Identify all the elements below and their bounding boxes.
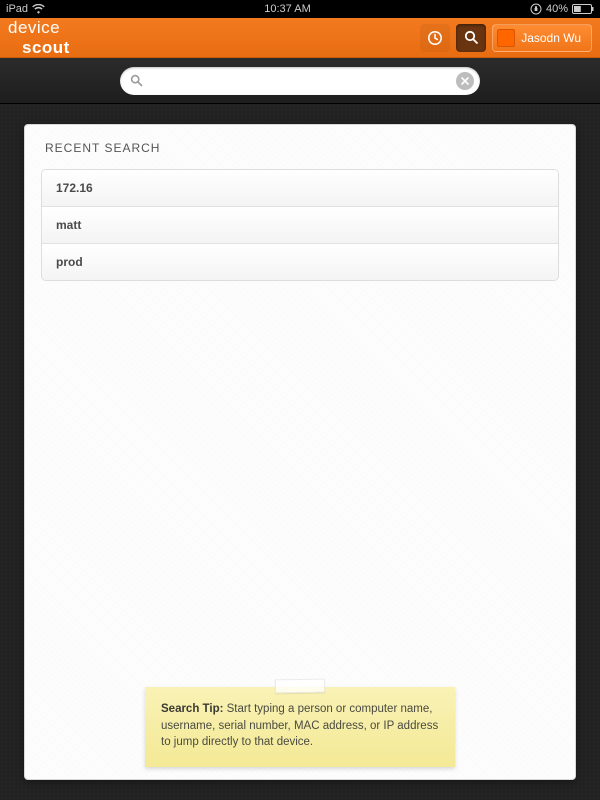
search-input[interactable] — [143, 67, 456, 95]
tip-body: Search Tip: Start typing a person or com… — [145, 687, 455, 767]
status-time: 10:37 AM — [264, 3, 310, 15]
status-bar: iPad 10:37 AM 40% — [0, 0, 600, 18]
brand-text-bold: scout — [22, 38, 70, 57]
search-tip-note: Search Tip: Start typing a person or com… — [145, 687, 455, 767]
recent-search-list: 172.16 matt prod — [41, 169, 559, 281]
orientation-lock-icon — [530, 3, 542, 15]
main-stage: RECENT SEARCH 172.16 matt prod Search Ti… — [0, 104, 600, 800]
search-icon — [130, 74, 143, 87]
search-bar-row — [0, 58, 600, 104]
history-button[interactable] — [420, 24, 450, 52]
app-header: device scout Jasodn Wu — [0, 18, 600, 58]
wifi-icon — [32, 4, 45, 14]
recent-search-item[interactable]: prod — [42, 244, 558, 280]
search-icon — [464, 30, 479, 45]
user-menu[interactable]: Jasodn Wu — [492, 24, 592, 52]
tape-decoration — [275, 679, 325, 694]
close-icon — [461, 77, 469, 85]
section-title: RECENT SEARCH — [41, 141, 559, 155]
avatar — [497, 29, 515, 47]
recent-search-panel: RECENT SEARCH 172.16 matt prod Search Ti… — [24, 124, 576, 780]
status-right: 40% — [530, 3, 594, 15]
recent-search-item[interactable]: matt — [42, 207, 558, 244]
search-tab-button[interactable] — [456, 24, 486, 52]
recent-search-item[interactable]: 172.16 — [42, 170, 558, 207]
status-left: iPad — [6, 3, 45, 15]
tip-label: Search Tip: — [161, 703, 223, 715]
battery-percent: 40% — [546, 3, 568, 15]
search-field-container — [120, 67, 480, 95]
header-actions: Jasodn Wu — [420, 24, 592, 52]
clock-icon — [427, 30, 443, 46]
clear-search-button[interactable] — [456, 72, 474, 90]
battery-icon — [572, 4, 594, 14]
brand-logo: device scout — [8, 18, 70, 58]
user-name-label: Jasodn Wu — [521, 31, 581, 45]
device-label: iPad — [6, 3, 28, 15]
brand-text-light: device — [8, 18, 60, 37]
